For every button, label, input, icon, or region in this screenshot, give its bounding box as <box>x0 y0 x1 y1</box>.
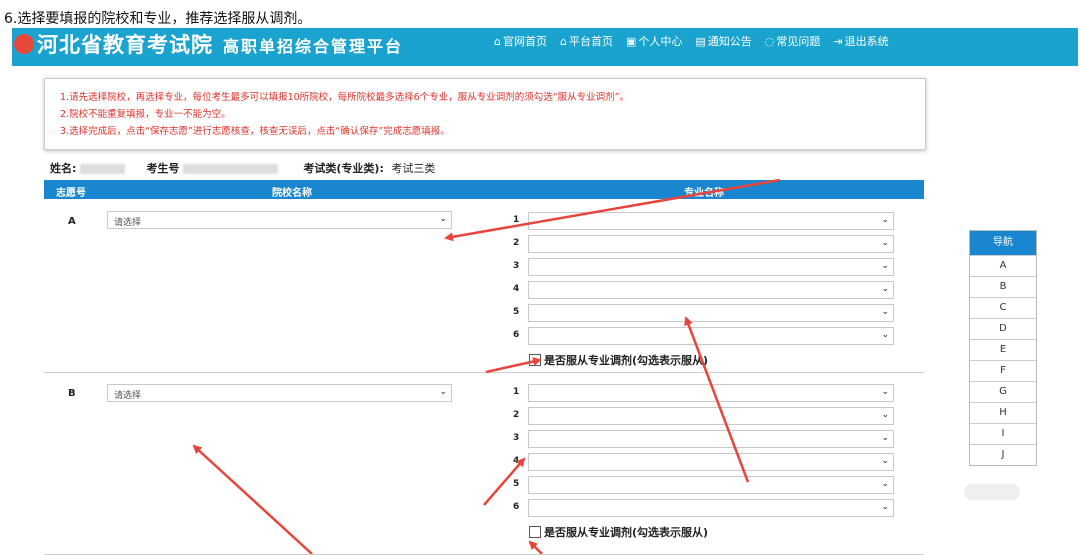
exam-authority-logo-icon <box>14 34 34 54</box>
major-index: 5 <box>513 479 520 489</box>
instruction-line: 2.院校不能重复填报，专业一不能为空。 <box>60 109 231 120</box>
adjust-checkbox-row[interactable]: 是否服从专业调剂(勾选表示服从) <box>529 352 708 368</box>
side-nav-item-a[interactable]: A <box>970 255 1036 276</box>
major-index: 3 <box>513 261 520 271</box>
side-nav: 导航 A B C D E F G H I J <box>969 230 1037 466</box>
platform-name: 高职单招综合管理平台 <box>223 37 404 56</box>
chevron-down-icon: ⌄ <box>881 456 889 466</box>
instructions-box: 1.请先选择院校，再选择专业，每位考生最多可以填报10所院校，每所院校最多选择6… <box>44 78 926 150</box>
major-select[interactable]: ⌄ <box>528 384 894 402</box>
major-index: 2 <box>513 238 520 248</box>
adjust-checkbox[interactable] <box>529 526 541 538</box>
side-nav-item-h[interactable]: H <box>970 402 1036 423</box>
chevron-down-icon: ⌄ <box>881 410 889 420</box>
chevron-down-icon: ⌄ <box>439 214 447 224</box>
home-icon: ⌂ <box>559 35 567 48</box>
category-value: 考试三类 <box>391 162 436 175</box>
side-nav-item-g[interactable]: G <box>970 381 1036 402</box>
candidate-info: 姓名: 考生号 考试类(专业类): 考试三类 <box>50 160 435 176</box>
chevron-down-icon: ⌄ <box>881 215 889 225</box>
nav-official-home[interactable]: ⌂ 官网首页 <box>494 33 547 49</box>
major-select[interactable]: ⌄ <box>528 499 894 517</box>
side-nav-item-e[interactable]: E <box>970 339 1036 360</box>
chevron-down-icon: ⌄ <box>881 330 889 340</box>
name-label: 姓名: <box>50 162 77 175</box>
watermark-badge <box>964 484 1020 500</box>
school-select[interactable]: 请选择 ⌄ <box>107 384 452 402</box>
org-name: 河北省教育考试院 <box>37 33 213 57</box>
major-select[interactable]: ⌄ <box>528 476 894 494</box>
chevron-down-icon: ⌄ <box>881 238 889 248</box>
major-index: 3 <box>513 433 520 443</box>
volunteer-letter: B <box>68 388 76 399</box>
side-nav-item-d[interactable]: D <box>970 318 1036 339</box>
side-nav-title: 导航 <box>970 231 1036 255</box>
site-header: 河北省教育考试院 高职单招综合管理平台 ⌂ 官网首页 ⌂ 平台首页 ▣ 个人中心 ▤ 通知… <box>12 28 1078 66</box>
major-select[interactable]: ⌄ <box>528 304 894 322</box>
nav-platform-home[interactable]: ⌂ 平台首页 <box>560 33 613 49</box>
nav-notices[interactable]: ▤ 通知公告 <box>695 33 751 49</box>
side-nav-item-i[interactable]: I <box>970 423 1036 444</box>
side-nav-item-j[interactable]: J <box>970 444 1036 465</box>
major-index: 4 <box>513 284 520 294</box>
site-brand[interactable]: 河北省教育考试院 高职单招综合管理平台 <box>14 29 403 59</box>
user-card-icon: ▣ <box>625 35 637 48</box>
major-select[interactable]: ⌄ <box>528 453 894 471</box>
side-nav-item-b[interactable]: B <box>970 276 1036 297</box>
adjust-checkbox-row[interactable]: 是否服从专业调剂(勾选表示服从) <box>529 524 708 540</box>
major-index: 1 <box>513 215 520 225</box>
chevron-down-icon: ⌄ <box>881 433 889 443</box>
table-header: 志愿号 院校名称 专业名称 <box>44 180 924 199</box>
exam-no-redacted <box>182 164 278 174</box>
chevron-down-icon: ⌄ <box>881 479 889 489</box>
volunteer-letter: A <box>68 216 76 227</box>
chevron-down-icon: ⌄ <box>881 387 889 397</box>
adjust-checkbox[interactable] <box>529 354 541 366</box>
chevron-down-icon: ⌄ <box>439 387 447 397</box>
major-select[interactable]: ⌄ <box>528 327 894 345</box>
major-select[interactable]: ⌄ <box>528 258 894 276</box>
volunteer-group-b: B 请选择 ⌄ 1 ⌄ 2 ⌄ 3 ⌄ 4 ⌄ 5 ⌄ 6 ⌄ 是否服从专业调剂(… <box>44 373 924 555</box>
major-index: 5 <box>513 307 520 317</box>
side-nav-item-f[interactable]: F <box>970 360 1036 381</box>
side-nav-item-c[interactable]: C <box>970 297 1036 318</box>
instruction-line: 1.请先选择院校，再选择专业，每位考生最多可以填报10所院校，每所院校最多选择6… <box>60 92 630 103</box>
top-nav: ⌂ 官网首页 ⌂ 平台首页 ▣ 个人中心 ▤ 通知公告 ◌ 常见问题 ⇥ 退出系统 <box>494 33 889 49</box>
major-index: 6 <box>513 502 520 512</box>
exam-no-label: 考生号 <box>146 162 180 175</box>
volunteer-group-a: A 请选择 ⌄ 1 ⌄ 2 ⌄ 3 ⌄ 4 ⌄ 5 ⌄ 6 ⌄ 是否服从专业调剂(… <box>44 200 924 373</box>
logout-icon: ⇥ <box>833 35 843 48</box>
col-school: 院校名称 <box>272 188 312 199</box>
major-index: 2 <box>513 410 520 420</box>
major-select[interactable]: ⌄ <box>528 407 894 425</box>
school-select[interactable]: 请选择 ⌄ <box>107 211 452 229</box>
chat-icon: ◌ <box>764 35 775 48</box>
major-index: 1 <box>513 387 520 397</box>
adjust-label: 是否服从专业调剂(勾选表示服从) <box>544 354 709 367</box>
home-icon: ⌂ <box>494 35 501 48</box>
category-label: 考试类(专业类): <box>303 162 384 175</box>
major-index: 4 <box>513 456 520 466</box>
chevron-down-icon: ⌄ <box>881 284 889 294</box>
adjust-label: 是否服从专业调剂(勾选表示服从) <box>544 526 709 539</box>
chevron-down-icon: ⌄ <box>881 307 889 317</box>
chevron-down-icon: ⌄ <box>881 502 889 512</box>
major-select[interactable]: ⌄ <box>528 235 894 253</box>
nav-logout[interactable]: ⇥ 退出系统 <box>833 33 888 49</box>
col-major: 专业名称 <box>684 188 724 199</box>
major-index: 6 <box>513 330 520 340</box>
major-select[interactable]: ⌄ <box>528 430 894 448</box>
col-volunteer: 志愿号 <box>56 188 86 199</box>
chevron-down-icon: ⌄ <box>881 261 889 271</box>
nav-personal-center[interactable]: ▣ 个人中心 <box>626 33 682 49</box>
major-select[interactable]: ⌄ <box>528 212 894 230</box>
major-select[interactable]: ⌄ <box>528 281 894 299</box>
nav-faq[interactable]: ◌ 常见问题 <box>765 33 821 49</box>
instruction-line: 3.选择完成后，点击“保存志愿”进行志愿核查，核查无误后，点击“确认保存”完成志… <box>60 126 450 137</box>
step-caption: 6.选择要填报的院校和专业，推荐选择服从调剂。 <box>4 11 312 27</box>
notice-icon: ▤ <box>695 35 706 48</box>
name-value-redacted <box>79 164 125 174</box>
